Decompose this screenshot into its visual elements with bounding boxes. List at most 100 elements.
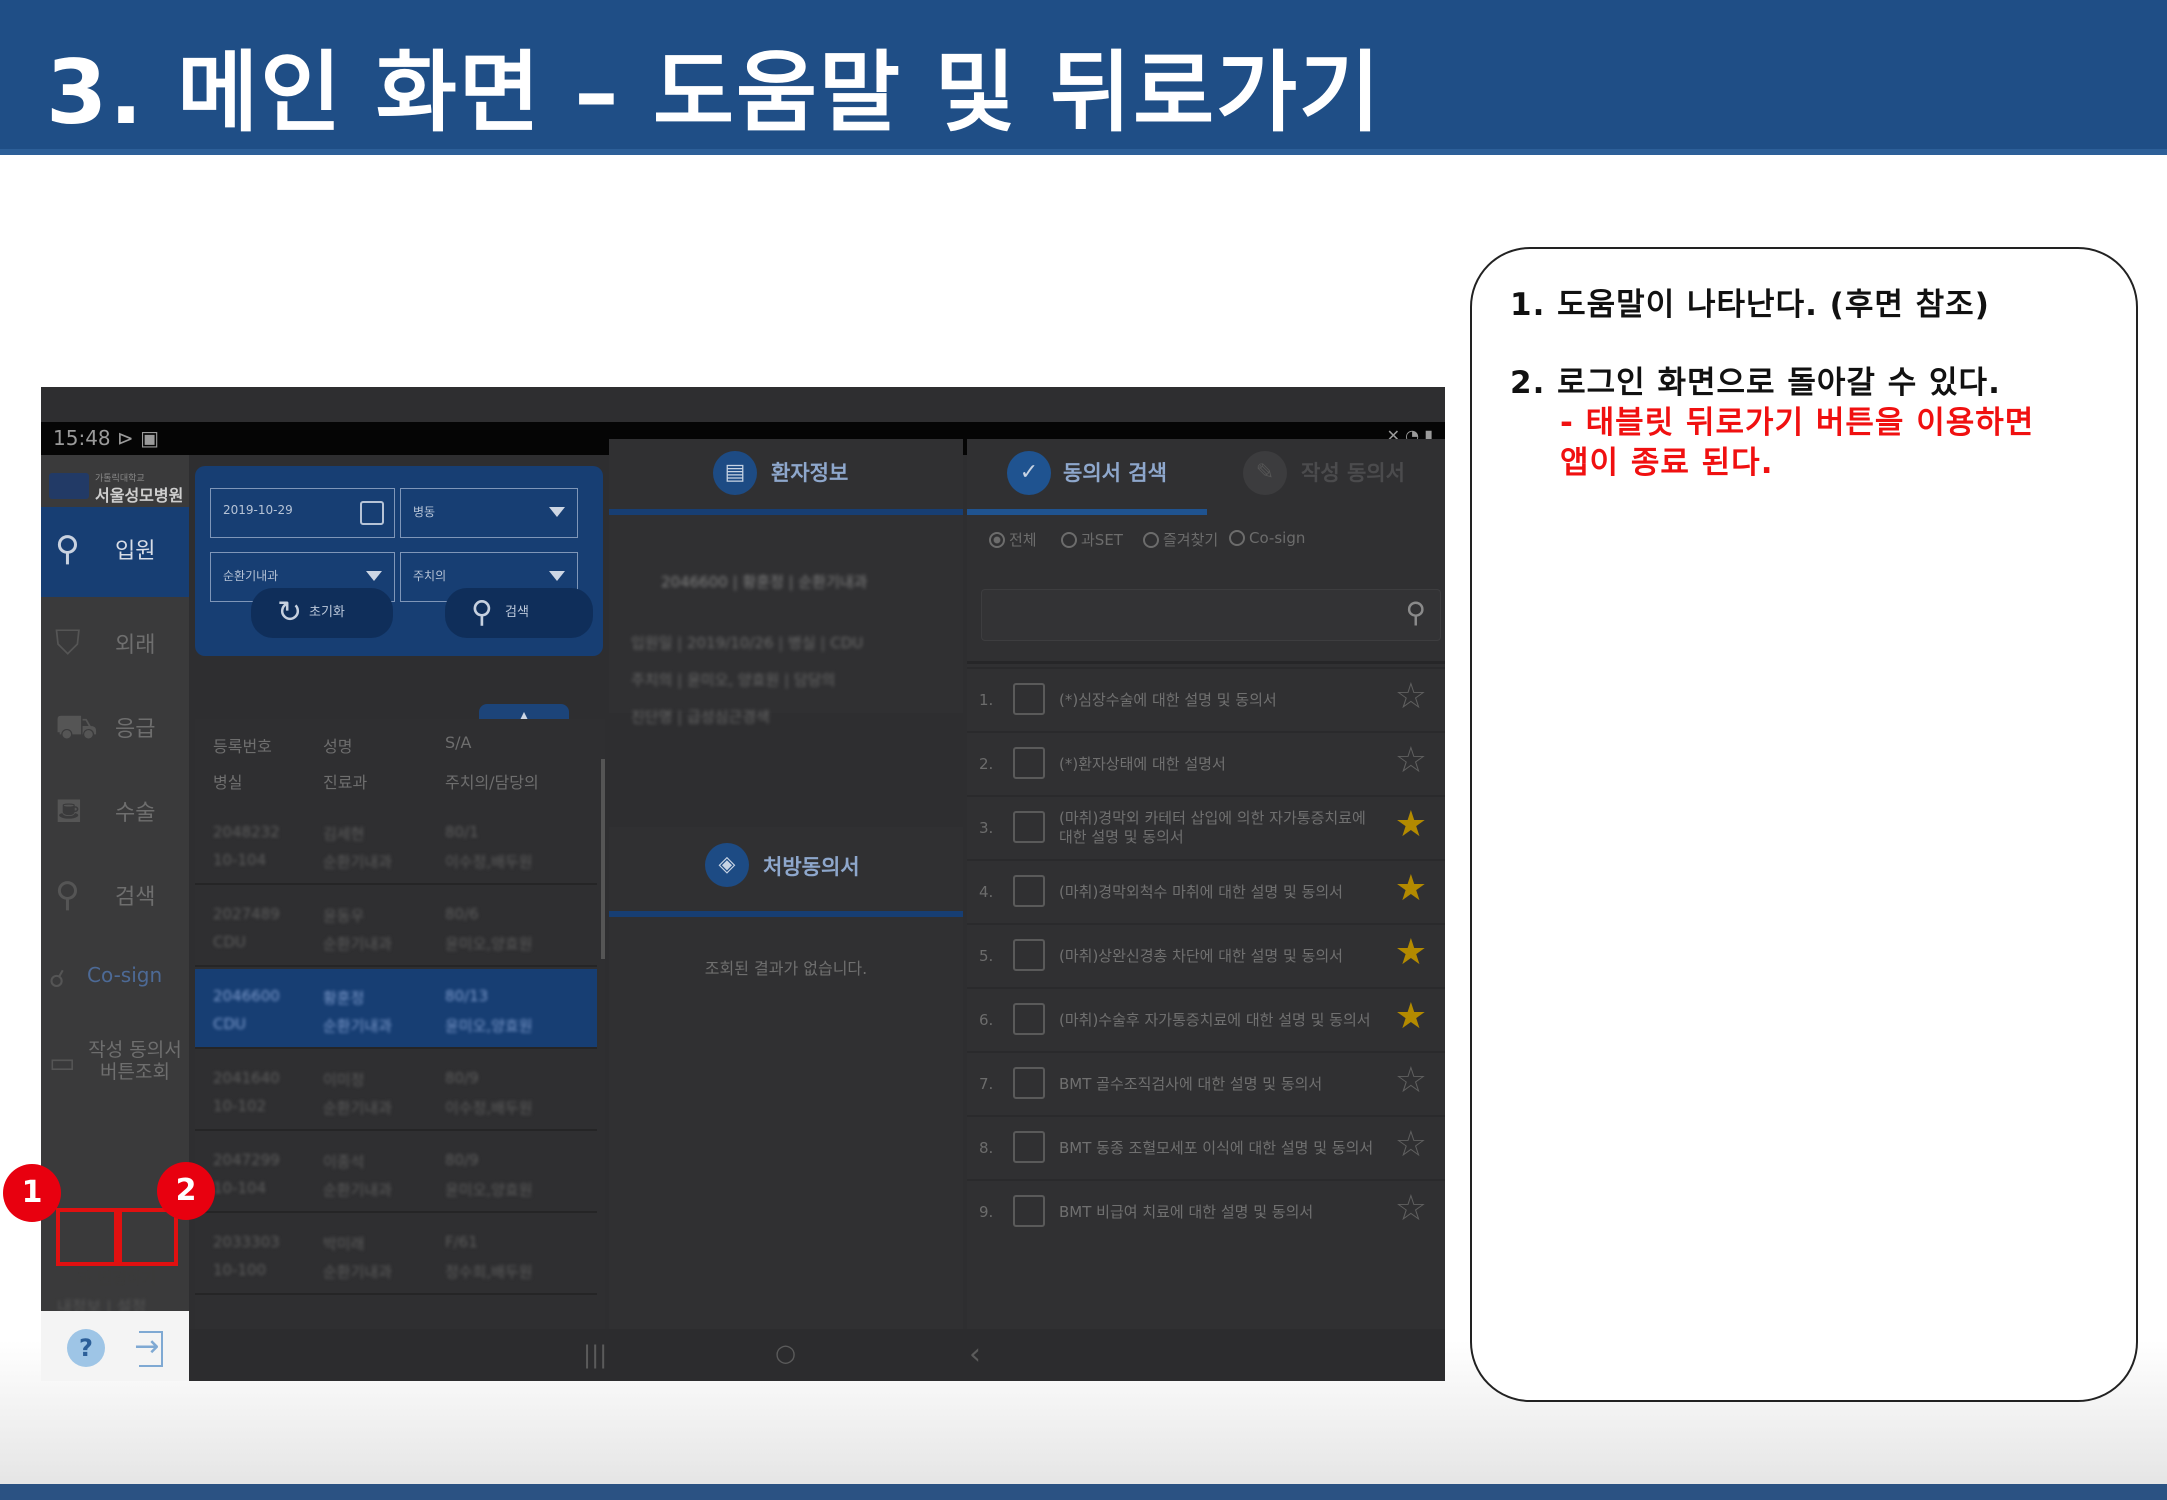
search-button[interactable]: ⚲ 검색 <box>445 588 593 638</box>
nav-label: 외래 <box>115 633 156 658</box>
tab-underline <box>609 911 963 917</box>
back-nav-button[interactable]: ‹ <box>969 1337 981 1372</box>
header-reg-no: 등록번호 <box>213 737 272 756</box>
tab-patient-info[interactable]: 환자정보 <box>771 457 848 487</box>
nav-item-cosign[interactable]: ☌ Co-sign <box>41 937 189 1021</box>
nav-label: 검색 <box>115 885 156 910</box>
star-filled-icon[interactable]: ★ <box>1395 869 1427 909</box>
star-icon[interactable]: ☆ <box>1395 677 1427 717</box>
radio-icon <box>1229 530 1245 546</box>
patient-row-selected[interactable]: 2046600 황훈정 80/13 CDU 순환기내과 윤미오,양효원 <box>195 969 597 1049</box>
cell: 10-104 <box>213 1179 267 1197</box>
nav-label: 수술 <box>115 801 156 826</box>
star-filled-icon[interactable]: ★ <box>1395 997 1427 1037</box>
checkbox[interactable] <box>1013 875 1045 907</box>
patient-row[interactable]: 2027489 윤동우 80/6 CDU 순환기내과 윤미오,양효원 <box>195 887 597 967</box>
consent-row[interactable]: 7. BMT 골수조직검사에 대한 설명 및 동의서 ☆ <box>967 1051 1445 1115</box>
star-icon[interactable]: ☆ <box>1395 1125 1427 1165</box>
change-dept-link[interactable]: 과 변경하기 <box>77 1265 156 1289</box>
logout-back-button[interactable]: → <box>125 1325 169 1369</box>
checkbox[interactable] <box>1013 747 1045 779</box>
star-icon[interactable]: ☆ <box>1395 1189 1427 1229</box>
tab-prescription[interactable]: 처방동의서 <box>763 851 860 881</box>
consent-row[interactable]: 2. (*)환자상태에 대한 설명서 ☆ <box>967 731 1445 795</box>
patient-row[interactable]: 2033303 박미래 F/61 10-100 순환기내과 정수희,배두원 <box>195 1215 597 1295</box>
slide-header: 3. 메인 화면 – 도움말 및 뒤로가기 <box>0 0 2167 155</box>
nav-item-surgery[interactable]: ⛾ 수술 <box>41 769 189 853</box>
tab-consent-search[interactable]: 동의서 검색 <box>1063 457 1167 487</box>
list-scrollbar[interactable] <box>601 759 605 959</box>
chevron-down-icon <box>549 507 565 517</box>
consent-row[interactable]: 6. (마취)수술후 자가통증치료에 대한 설명 및 동의서 ★ <box>967 987 1445 1051</box>
checkbox[interactable] <box>1013 1003 1045 1035</box>
header-name: 성명 <box>323 737 353 756</box>
note-item-2: 2. 로그인 화면으로 돌아갈 수 있다. <box>1510 365 2001 401</box>
star-icon[interactable]: ☆ <box>1395 1061 1427 1101</box>
cell: 윤미오,양효원 <box>445 1181 533 1199</box>
consent-row[interactable]: 5. (마취)상완신경총 차단에 대한 설명 및 동의서 ★ <box>967 923 1445 987</box>
consent-row[interactable]: 8. BMT 동종 조혈모세포 이식에 대한 설명 및 동의서 ☆ <box>967 1115 1445 1179</box>
cell: 윤동우 <box>323 907 365 925</box>
patient-detail: 주치의 | 윤미오, 양효원 | 담당의 <box>631 671 836 689</box>
cell: 순환기내과 <box>323 853 393 871</box>
filter-favorites[interactable]: 즐겨찾기 <box>1143 529 1218 550</box>
cell: 박미래 <box>323 1235 365 1253</box>
checkbox[interactable] <box>1013 811 1045 843</box>
row-number: 5. <box>979 947 994 965</box>
consent-row[interactable]: 1. (*)심장수술에 대한 설명 및 동의서 ☆ <box>967 667 1445 731</box>
consent-title: BMT 동종 조혈모세포 이식에 대한 설명 및 동의서 <box>1059 1139 1374 1157</box>
surgery-bed-icon: ⛾ <box>55 791 83 831</box>
recent-apps-button[interactable]: ||| <box>583 1341 607 1369</box>
patient-summary: 2046600 | 황훈정 | 순환기내과 <box>661 573 868 591</box>
patient-row[interactable]: 2041640 이미정 80/9 10-102 순환기내과 이수정,배두원 <box>195 1051 597 1131</box>
filter-cosign[interactable]: Co-sign <box>1229 529 1305 547</box>
cell: 김세현 <box>323 825 365 843</box>
checkbox[interactable] <box>1013 1131 1045 1163</box>
header-sa: S/A <box>445 733 472 752</box>
header-doctor: 주치의/담당의 <box>445 773 539 792</box>
note-box: 1. 도움말이 나타난다. (후면 참조) 2. 로그인 화면으로 돌아갈 수 … <box>1470 247 2138 1402</box>
star-icon[interactable]: ☆ <box>1395 741 1427 781</box>
ward-select[interactable]: 병동 <box>400 488 578 538</box>
row-number: 1. <box>979 691 994 709</box>
empty-message: 조회된 결과가 없습니다. <box>704 959 868 978</box>
consent-row[interactable]: 4. (마취)경막외척수 마취에 대한 설명 및 동의서 ★ <box>967 859 1445 923</box>
star-filled-icon[interactable]: ★ <box>1395 933 1427 973</box>
search-label: 검색 <box>505 605 529 620</box>
consent-row[interactable]: 3. (마취)경막외 카테터 삽입에 의한 자가통증치료에 대한 설명 및 동의서… <box>967 795 1445 859</box>
checkbox[interactable] <box>1013 1195 1045 1227</box>
cell: CDU <box>213 933 247 951</box>
consent-title: (마취)상완신경총 차단에 대한 설명 및 동의서 <box>1059 947 1343 965</box>
nav-item-outpatient[interactable]: ⛉ 외래 <box>41 601 189 685</box>
nav-item-emergency[interactable]: ⛟ 응급 <box>41 685 189 769</box>
nav-item-inpatient[interactable]: ⚲ 입원 <box>41 507 189 597</box>
star-filled-icon[interactable]: ★ <box>1395 805 1427 845</box>
nav-item-search[interactable]: ⚲ 검색 <box>41 853 189 937</box>
filter-label: 과SET <box>1081 531 1123 549</box>
checkbox[interactable] <box>1013 683 1045 715</box>
filter-dept-set[interactable]: 과SET <box>1061 529 1123 550</box>
help-button[interactable]: ? <box>67 1329 105 1367</box>
checkbox[interactable] <box>1013 1067 1045 1099</box>
nav-item-consent-view[interactable]: ▭ 작성 동의서 버튼조회 <box>41 1021 189 1105</box>
filter-all[interactable]: 전체 <box>989 529 1037 550</box>
rx-icon: ◈ <box>705 843 749 887</box>
patient-row[interactable]: 2047299 이종석 80/9 10-104 순환기내과 윤미오,양효원 <box>195 1133 597 1213</box>
cell: 10-102 <box>213 1097 267 1115</box>
reset-label: 초기화 <box>309 605 345 620</box>
consent-row[interactable]: 9. BMT 비급여 치료에 대한 설명 및 동의서 ☆ <box>967 1179 1445 1243</box>
consent-search-input[interactable]: ⚲ <box>981 589 1441 641</box>
cell: 순환기내과 <box>323 1263 393 1281</box>
reset-button[interactable]: ↻ 초기화 <box>251 588 393 638</box>
tab-written-consent[interactable]: 작성 동의서 <box>1301 457 1405 487</box>
check-circle-icon: ✓ <box>1007 451 1051 495</box>
note-warning-line2: 앱이 종료 된다. <box>1560 445 1774 481</box>
patient-row[interactable]: 2048232 김세현 80/1 10-104 순환기내과 이수정,배두원 <box>195 805 597 885</box>
nav-label: 작성 동의서 버튼조회 <box>88 1039 182 1083</box>
home-button[interactable]: ○ <box>775 1339 796 1367</box>
checkbox[interactable] <box>1013 939 1045 971</box>
date-picker[interactable]: 2019-10-29 <box>210 488 395 538</box>
cell: 윤미오,양효원 <box>445 935 533 953</box>
logout-arrow-icon: → <box>134 1329 160 1364</box>
cell: 순환기내과 <box>323 1099 393 1117</box>
